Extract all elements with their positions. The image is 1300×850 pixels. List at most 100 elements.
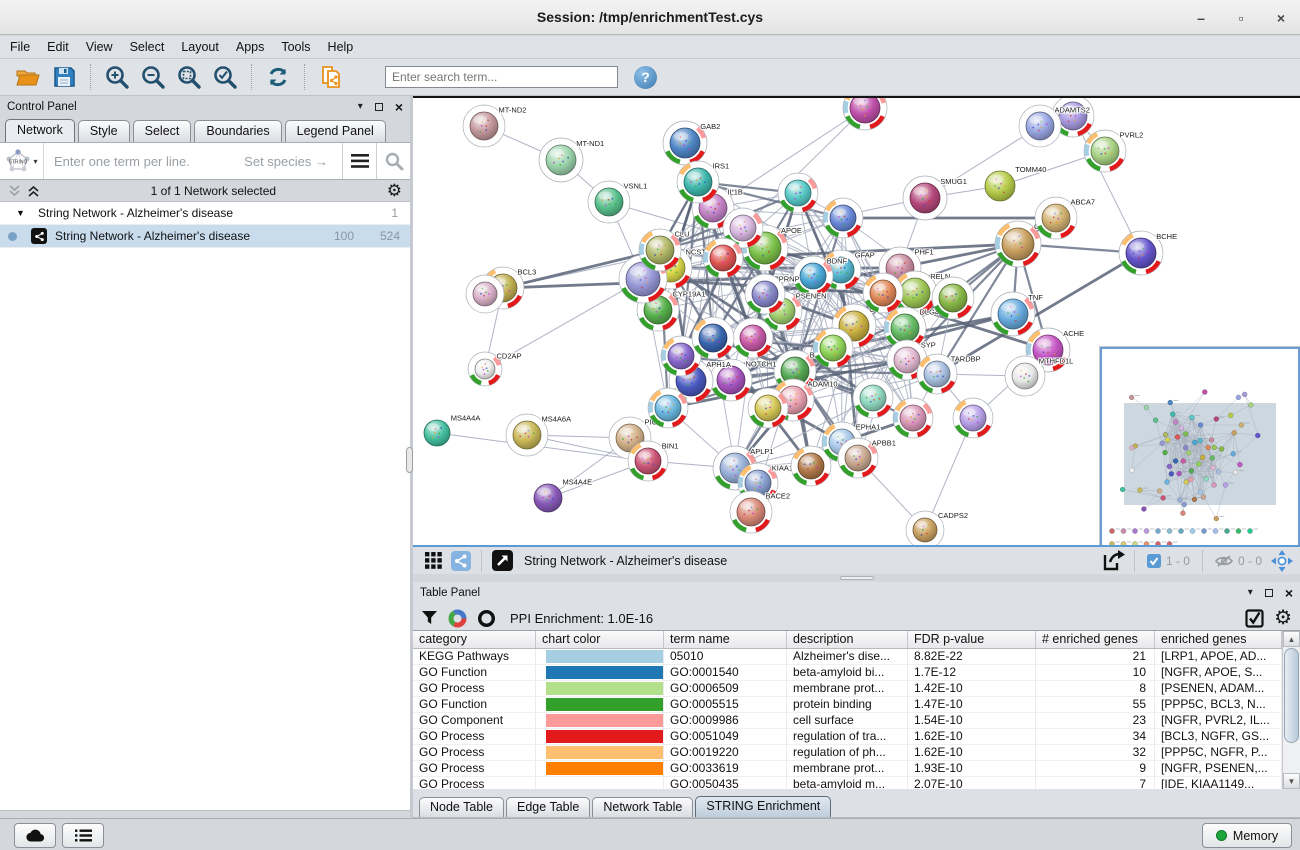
search-input[interactable] bbox=[385, 66, 618, 88]
panel-close-icon[interactable]: × bbox=[395, 102, 403, 112]
panel-float-icon[interactable] bbox=[375, 103, 383, 111]
table-row[interactable]: GO ProcessGO:0006509membrane prot...1.42… bbox=[413, 681, 1300, 697]
string-options-menu-icon[interactable] bbox=[342, 143, 376, 179]
protein-node[interactable]: TOMM40 bbox=[985, 165, 1046, 201]
task-history-button[interactable] bbox=[62, 823, 104, 848]
table-row[interactable]: GO ProcessGO:0019220regulation of ph...1… bbox=[413, 745, 1300, 761]
table-scrollbar[interactable]: ▲ ▼ bbox=[1282, 631, 1300, 789]
protein-node[interactable]: MTHFD1L bbox=[1005, 356, 1073, 396]
column-header-category[interactable]: category bbox=[413, 631, 536, 648]
protein-node[interactable]: MT-ND1 bbox=[539, 138, 604, 182]
cloud-tasks-button[interactable] bbox=[14, 823, 56, 848]
protein-node[interactable] bbox=[648, 388, 688, 428]
set-species-label[interactable]: Set species → bbox=[244, 154, 342, 169]
protein-node[interactable]: GAB2 bbox=[663, 121, 720, 165]
protein-node[interactable] bbox=[853, 378, 893, 418]
popout-view-icon[interactable] bbox=[488, 549, 516, 573]
protein-node[interactable] bbox=[953, 398, 993, 438]
table-panel-float-icon[interactable] bbox=[1265, 589, 1273, 597]
grid-view-icon[interactable] bbox=[419, 549, 447, 573]
network-collection-row[interactable]: ▼ String Network - Alzheimer's disease 1 bbox=[0, 202, 410, 225]
protein-node[interactable]: SMUG1 bbox=[903, 176, 967, 220]
protein-node[interactable] bbox=[733, 318, 773, 358]
protein-node[interactable] bbox=[823, 198, 863, 238]
open-session-button[interactable] bbox=[13, 63, 43, 91]
horizontal-splitter[interactable] bbox=[413, 574, 1300, 582]
maximize-button[interactable]: ▫ bbox=[1232, 10, 1250, 26]
refresh-icon[interactable] bbox=[263, 63, 293, 91]
table-row[interactable]: GO ProcessGO:0051049regulation of tra...… bbox=[413, 729, 1300, 745]
menu-select[interactable]: Select bbox=[130, 40, 165, 54]
zoom-out-icon[interactable] bbox=[138, 63, 168, 91]
protein-node[interactable] bbox=[692, 317, 734, 359]
protein-node[interactable]: TNF bbox=[991, 292, 1043, 336]
network-list-gear-icon[interactable]: ⚙ bbox=[387, 183, 402, 199]
enrichment-settings-gear-icon[interactable]: ⚙ bbox=[1274, 610, 1292, 626]
column-header-chart-color[interactable]: chart color bbox=[536, 631, 664, 648]
network-canvas[interactable]: MT-ND2MT-ND1VSNL1GAB2ADAMTS2PVRL2TOMM40S… bbox=[413, 96, 1300, 545]
table-row[interactable]: GO ProcessGO:0050435beta-amyloid m...2.0… bbox=[413, 777, 1300, 789]
export-network-icon[interactable] bbox=[1100, 549, 1128, 573]
protein-node[interactable] bbox=[748, 388, 788, 428]
tab-string-enrichment[interactable]: STRING Enrichment bbox=[695, 796, 831, 817]
expand-all-icon[interactable] bbox=[27, 185, 40, 197]
string-protein-dropdown[interactable]: STRING ▾ bbox=[0, 143, 44, 179]
protein-node[interactable] bbox=[843, 98, 887, 130]
panel-splitter-handle[interactable] bbox=[406, 447, 413, 473]
panel-menu-icon[interactable]: ▾ bbox=[358, 101, 363, 112]
protein-node[interactable] bbox=[932, 277, 974, 319]
string-search-icon[interactable] bbox=[376, 143, 410, 179]
collection-expand-icon[interactable]: ▼ bbox=[16, 208, 30, 218]
save-session-button[interactable] bbox=[49, 63, 79, 91]
protein-node[interactable]: PVRL2 bbox=[1084, 130, 1143, 172]
table-panel-menu-icon[interactable]: ▾ bbox=[1248, 587, 1253, 598]
menu-apps[interactable]: Apps bbox=[236, 40, 265, 54]
protein-node[interactable] bbox=[778, 173, 818, 213]
scroll-down-icon[interactable]: ▼ bbox=[1283, 773, 1300, 789]
protein-node[interactable]: ABCA7 bbox=[1035, 197, 1095, 239]
protein-node[interactable]: MS4A4E bbox=[534, 478, 592, 513]
tab-boundaries[interactable]: Boundaries bbox=[194, 120, 281, 142]
menu-help[interactable]: Help bbox=[328, 40, 354, 54]
scrollbar-thumb[interactable] bbox=[1284, 648, 1299, 743]
close-button[interactable]: × bbox=[1272, 10, 1290, 26]
string-query-input[interactable]: Enter one term per line. bbox=[44, 154, 244, 169]
protein-node[interactable]: CD2AP bbox=[468, 352, 522, 387]
protein-node[interactable] bbox=[863, 273, 903, 313]
table-panel-close-icon[interactable]: × bbox=[1285, 588, 1293, 598]
tab-edge-table[interactable]: Edge Table bbox=[506, 797, 590, 817]
table-row[interactable]: GO FunctionGO:0005515protein binding1.47… bbox=[413, 697, 1300, 713]
protein-node[interactable] bbox=[466, 275, 504, 313]
protein-node[interactable]: BCHE bbox=[1119, 231, 1177, 275]
tab-select[interactable]: Select bbox=[133, 120, 192, 142]
protein-node[interactable]: CADPS2 bbox=[906, 511, 968, 545]
column-header-FDR-p-value[interactable]: FDR p-value bbox=[908, 631, 1036, 648]
collapse-all-icon[interactable] bbox=[8, 185, 21, 197]
menu-file[interactable]: File bbox=[10, 40, 30, 54]
protein-node[interactable]: BACE2 bbox=[730, 491, 790, 533]
tab-style[interactable]: Style bbox=[78, 120, 130, 142]
table-row[interactable]: GO ProcessGO:0033619membrane prot...1.93… bbox=[413, 761, 1300, 777]
menu-view[interactable]: View bbox=[86, 40, 113, 54]
tab-network[interactable]: Network bbox=[5, 119, 75, 142]
menu-edit[interactable]: Edit bbox=[47, 40, 69, 54]
table-row[interactable]: GO ComponentGO:0009986cell surface1.54E-… bbox=[413, 713, 1300, 729]
ring-chart-icon[interactable] bbox=[477, 609, 496, 628]
menu-tools[interactable]: Tools bbox=[281, 40, 310, 54]
zoom-in-icon[interactable] bbox=[102, 63, 132, 91]
column-header-description[interactable]: description bbox=[787, 631, 908, 648]
help-button[interactable]: ? bbox=[634, 66, 657, 89]
zoom-fit-icon[interactable] bbox=[174, 63, 204, 91]
selected-checkbox-icon[interactable] bbox=[1147, 554, 1161, 568]
table-row[interactable]: KEGG Pathways05010Alzheimer's dise...8.8… bbox=[413, 649, 1300, 665]
minimize-button[interactable]: – bbox=[1192, 10, 1210, 26]
tab-node-table[interactable]: Node Table bbox=[419, 797, 504, 817]
column-header-term-name[interactable]: term name bbox=[664, 631, 787, 648]
hidden-eye-icon[interactable] bbox=[1215, 554, 1233, 568]
menu-layout[interactable]: Layout bbox=[181, 40, 219, 54]
birds-eye-view[interactable] bbox=[1100, 347, 1300, 545]
protein-node[interactable] bbox=[813, 328, 853, 368]
tab-network-table[interactable]: Network Table bbox=[592, 797, 693, 817]
protein-node[interactable]: APBB1 bbox=[838, 438, 896, 478]
network-row[interactable]: String Network - Alzheimer's disease 100… bbox=[0, 225, 410, 248]
